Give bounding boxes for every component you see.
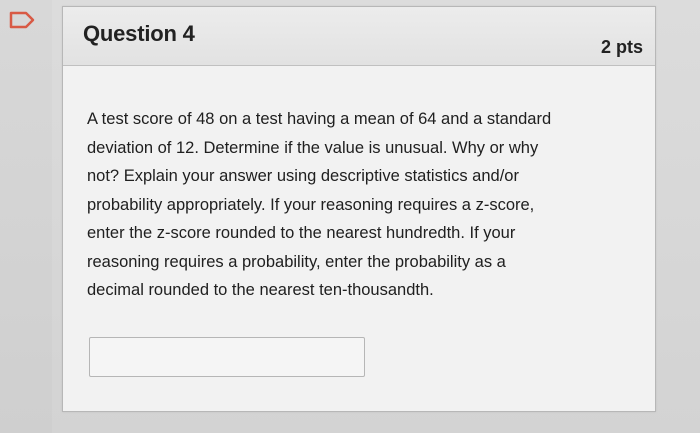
- flag-icon[interactable]: [8, 10, 36, 30]
- question-card: Question 4 2 pts A test score of 48 on a…: [62, 6, 656, 412]
- question-text-line: deviation of 12. Determine if the value …: [87, 138, 539, 157]
- question-header: Question 4 2 pts: [63, 7, 655, 66]
- answer-input[interactable]: [89, 337, 365, 377]
- question-text-line: decimal rounded to the nearest ten-thous…: [87, 281, 434, 299]
- quiz-page: Question 4 2 pts A test score of 48 on a…: [0, 0, 700, 433]
- question-text: A test score of 48 on a test having a me…: [87, 105, 643, 305]
- question-title: Question 4: [83, 21, 195, 46]
- question-text-line: A test score of 48 on a test having a me…: [87, 110, 552, 128]
- question-text-line: not? Explain your answer using descripti…: [87, 167, 519, 185]
- question-navigation-strip: [0, 0, 52, 433]
- question-text-line: probability appropriately. If your reaso…: [87, 195, 535, 214]
- question-text-line: reasoning requires a probability, enter …: [87, 252, 506, 271]
- question-text-line: enter the z-score rounded to the nearest…: [87, 224, 516, 242]
- question-points: 2 pts: [600, 37, 643, 57]
